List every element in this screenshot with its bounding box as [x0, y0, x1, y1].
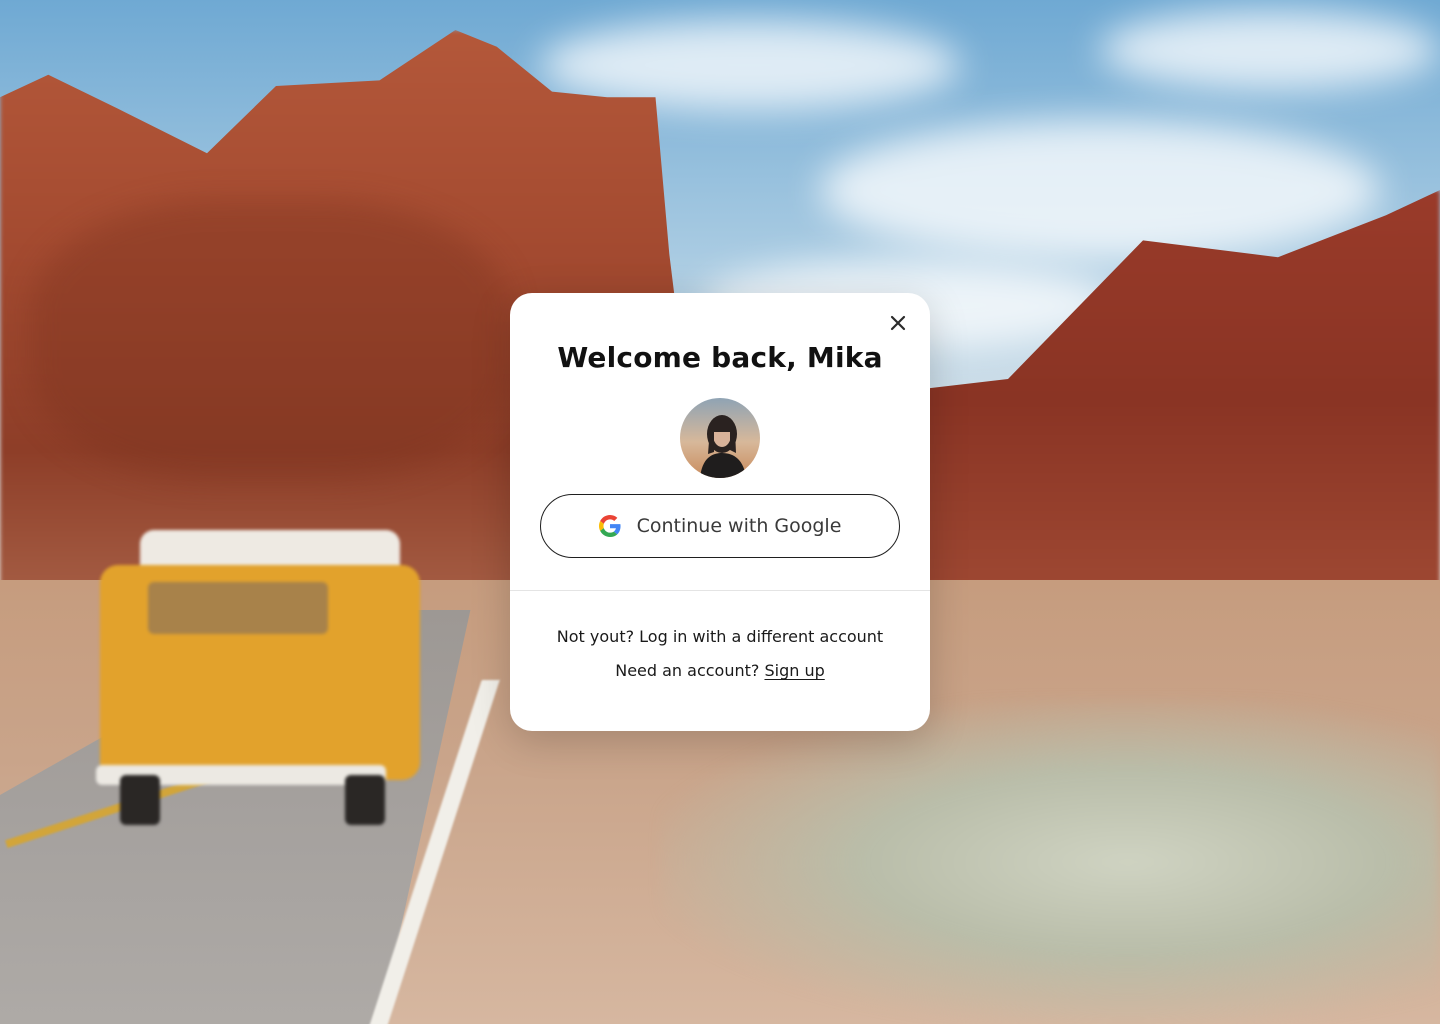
google-g-icon — [598, 515, 621, 537]
sagebrush — [660, 700, 1440, 1024]
cloud — [540, 20, 960, 110]
divider — [510, 590, 930, 591]
cloud — [820, 120, 1380, 260]
van-window — [148, 582, 328, 634]
rock-shadow — [30, 200, 510, 480]
close-icon — [890, 315, 906, 331]
google-button-label: Continue with Google — [636, 515, 842, 537]
signup-link[interactable]: Sign up — [764, 661, 824, 680]
close-button[interactable] — [884, 309, 912, 337]
cloud — [1100, 10, 1440, 90]
signup-prompt: Need an account? — [615, 661, 760, 680]
avatar — [680, 398, 760, 478]
van-wheel — [120, 775, 160, 825]
continue-with-google-button[interactable]: Continue with Google — [540, 494, 900, 558]
signup-line: Need an account? Sign up — [510, 661, 930, 680]
yellow-van — [96, 520, 430, 825]
modal-title: Welcome back, Mika — [557, 341, 883, 374]
van-wheel — [345, 775, 385, 825]
login-modal: Welcome back, Mika Continue with Google … — [510, 293, 930, 731]
different-account-link[interactable]: Not yout? Log in with a different accoun… — [510, 627, 930, 646]
avatar-image — [680, 398, 760, 478]
